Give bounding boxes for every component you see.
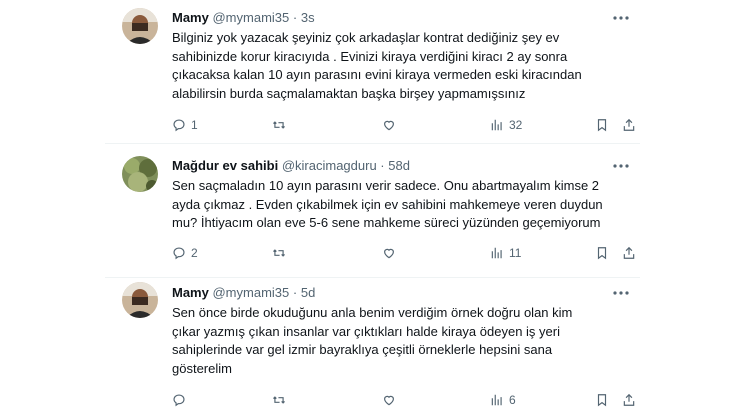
more-icon[interactable] xyxy=(610,158,632,174)
bookmark-button[interactable] xyxy=(595,244,609,262)
tweet-1[interactable]: Mamy @mymami35 · 3s Bilginiz yok yazacak… xyxy=(105,0,640,143)
tweet-2[interactable]: Mağdur ev sahibi @kiracimagduru · 58d Se… xyxy=(105,144,640,277)
timestamp[interactable]: 58d xyxy=(388,158,410,173)
views-count: 6 xyxy=(509,393,516,407)
username[interactable]: @mymami35 xyxy=(212,10,289,25)
views-count: 11 xyxy=(509,246,522,260)
like-icon xyxy=(384,248,394,259)
views-icon xyxy=(491,394,502,406)
retweet-button[interactable] xyxy=(272,244,291,262)
display-name[interactable]: Mamy xyxy=(172,285,209,300)
views-button[interactable]: 32 xyxy=(490,116,522,134)
tweet-text: Sen saçmaladın 10 ayın parasını verir sa… xyxy=(172,178,603,230)
reply-thread: Mamy @mymami35 · 3s Bilginiz yok yazacak… xyxy=(105,0,640,420)
like-button[interactable] xyxy=(382,391,401,409)
views-icon xyxy=(491,247,502,259)
tweet-3[interactable]: Mamy @mymami35 · 5d Sen önce birde okudu… xyxy=(105,278,640,420)
tweet-actions: 6 xyxy=(172,391,635,409)
page: Mamy @mymami35 · 3s Bilginiz yok yazacak… xyxy=(0,0,730,420)
bookmark-icon xyxy=(597,119,607,132)
tweet-text: Sen önce birde okuduğunu anla benim verd… xyxy=(172,305,573,376)
reply-count: 1 xyxy=(191,118,198,132)
avatar[interactable] xyxy=(122,156,158,192)
reply-count: 2 xyxy=(191,246,198,260)
share-icon xyxy=(623,393,635,406)
retweet-icon xyxy=(273,396,285,404)
retweet-icon xyxy=(273,121,285,129)
like-button[interactable] xyxy=(382,116,401,134)
more-icon[interactable] xyxy=(610,10,632,26)
share-icon xyxy=(623,246,635,259)
views-icon xyxy=(491,119,502,131)
reply-icon xyxy=(173,247,185,260)
share-button[interactable] xyxy=(622,116,636,134)
reply-button[interactable]: 1 xyxy=(172,116,198,134)
more-icon[interactable] xyxy=(610,285,632,301)
tweet-actions: 2 11 xyxy=(172,244,635,262)
like-icon xyxy=(384,120,394,131)
bookmark-button[interactable] xyxy=(595,116,609,134)
display-name[interactable]: Mağdur ev sahibi xyxy=(172,158,278,173)
like-button[interactable] xyxy=(382,244,401,262)
separator: · xyxy=(380,158,385,173)
reply-button[interactable]: 2 xyxy=(172,244,198,262)
separator: · xyxy=(292,285,298,300)
display-name[interactable]: Mamy xyxy=(172,10,209,25)
tweet-header: Mamy @mymami35 · 5d xyxy=(172,285,315,301)
reply-icon xyxy=(173,394,185,407)
bookmark-button[interactable] xyxy=(595,391,609,409)
views-button[interactable]: 11 xyxy=(490,244,521,262)
tweet-actions: 1 32 xyxy=(172,116,635,134)
tweet-header: Mamy @mymami35 · 3s xyxy=(172,10,315,26)
views-button[interactable]: 6 xyxy=(490,391,516,409)
timestamp[interactable]: 3s xyxy=(301,10,315,25)
avatar[interactable] xyxy=(122,8,158,44)
share-button[interactable] xyxy=(622,244,636,262)
bookmark-icon xyxy=(597,247,607,260)
share-button[interactable] xyxy=(622,391,636,409)
username[interactable]: @mymami35 xyxy=(212,285,289,300)
avatar[interactable] xyxy=(122,282,158,318)
username[interactable]: @kiracimagduru xyxy=(282,158,377,173)
timestamp[interactable]: 5d xyxy=(301,285,315,300)
like-icon xyxy=(384,395,394,406)
separator: · xyxy=(292,10,298,25)
bookmark-icon xyxy=(597,394,607,407)
retweet-button[interactable] xyxy=(272,391,291,409)
retweet-button[interactable] xyxy=(272,116,291,134)
share-icon xyxy=(623,118,635,131)
tweet-text: Bilginiz yok yazacak şeyiniz çok arkadaş… xyxy=(172,30,582,101)
retweet-icon xyxy=(273,249,285,257)
reply-icon xyxy=(173,119,185,132)
views-count: 32 xyxy=(509,118,523,132)
reply-button[interactable] xyxy=(172,391,191,409)
tweet-header: Mağdur ev sahibi @kiracimagduru · 58d xyxy=(172,158,410,174)
